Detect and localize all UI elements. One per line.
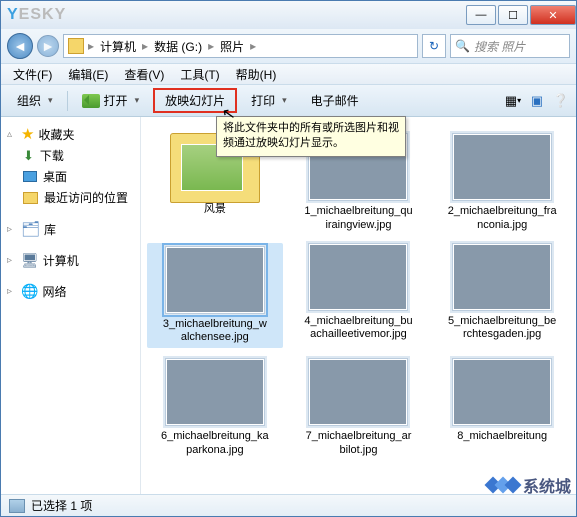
image-thumbnail (165, 246, 265, 314)
image-item[interactable]: 7_michaelbreitung_arbilot.jpg (291, 358, 427, 458)
download-icon: ⬇ (23, 148, 34, 164)
image-thumbnail (452, 358, 552, 426)
nav-back-button[interactable]: ◄ (7, 33, 33, 59)
open-icon (82, 94, 100, 108)
minimize-button[interactable]: — (466, 5, 496, 25)
computer-icon: 🖥 (21, 252, 39, 269)
image-item[interactable]: 3_michaelbreitung_walchensee.jpg (147, 243, 283, 349)
titlebar: YESKY — ☐ ✕ (1, 1, 576, 29)
star-icon: ★ (21, 125, 34, 143)
address-bar[interactable]: ▸ 计算机 ▸ 数据 (G:) ▸ 照片 ▸ (63, 34, 418, 58)
folder-icon (68, 38, 84, 54)
sidebar-item-downloads[interactable]: ⬇下载 (1, 145, 140, 166)
image-thumbnail (452, 243, 552, 311)
sidebar-network[interactable]: ▹🌐网络 (1, 281, 140, 302)
menu-tools[interactable]: 工具(T) (172, 64, 227, 85)
menu-help[interactable]: 帮助(H) (228, 64, 285, 85)
image-thumbnail (165, 358, 265, 426)
recent-icon (23, 192, 38, 204)
search-placeholder: 搜索 照片 (474, 38, 525, 55)
open-button[interactable]: 打开 (72, 89, 150, 112)
separator (67, 91, 68, 111)
image-item[interactable]: 4_michaelbreitung_buachailleetivemor.jpg (291, 243, 427, 349)
maximize-button[interactable]: ☐ (498, 5, 528, 25)
view-mode-button[interactable]: ▦▾ (504, 92, 522, 110)
desktop-icon (23, 171, 37, 182)
image-item[interactable]: 6_michaelbreitung_kaparkona.jpg (147, 358, 283, 458)
explorer-window: YESKY — ☐ ✕ ◄ ► ▸ 计算机 ▸ 数据 (G:) ▸ 照片 ▸ ↻… (0, 0, 577, 517)
image-item[interactable]: 8_michaelbreitung (434, 358, 570, 458)
file-label: 8_michaelbreitung (457, 430, 547, 444)
image-thumbnail (308, 243, 408, 311)
nav-forward-button[interactable]: ► (37, 35, 59, 57)
menu-view[interactable]: 查看(V) (116, 64, 172, 85)
refresh-button[interactable]: ↻ (422, 34, 446, 58)
file-label: 4_michaelbreitung_buachailleetivemor.jpg (303, 315, 413, 343)
image-item[interactable]: 5_michaelbreitung_berchtesgaden.jpg (434, 243, 570, 349)
file-label: 2_michaelbreitung_franconia.jpg (447, 205, 557, 233)
sidebar-item-desktop[interactable]: 桌面 (1, 166, 140, 187)
print-button[interactable]: 打印 (241, 89, 297, 112)
organize-button[interactable]: 组织 (7, 89, 63, 112)
main-area: ▵★收藏夹 ⬇下载 桌面 最近访问的位置 ▹🗂库 ▹🖥计算机 ▹🌐网络 风景 1_… (1, 117, 576, 494)
menubar: 文件(F) 编辑(E) 查看(V) 工具(T) 帮助(H) (1, 63, 576, 85)
status-text: 已选择 1 项 (31, 497, 92, 514)
image-thumbnail (452, 133, 552, 201)
sidebar-libraries[interactable]: ▹🗂库 (1, 218, 140, 240)
statusbar: 已选择 1 项 (1, 494, 576, 516)
sidebar-item-recent[interactable]: 最近访问的位置 (1, 187, 140, 208)
network-icon: 🌐 (21, 283, 38, 300)
sidebar-favorites[interactable]: ▵★收藏夹 (1, 123, 140, 145)
breadcrumb-folder[interactable]: 照片 (218, 37, 246, 56)
image-thumbnail (308, 358, 408, 426)
close-button[interactable]: ✕ (530, 5, 576, 25)
search-icon: 🔍 (455, 39, 470, 53)
breadcrumb-computer[interactable]: 计算机 (98, 37, 138, 56)
address-row: ◄ ► ▸ 计算机 ▸ 数据 (G:) ▸ 照片 ▸ ↻ 🔍 搜索 照片 (1, 29, 576, 63)
file-label: 1_michaelbreitung_quiraingview.jpg (303, 205, 413, 233)
preview-pane-button[interactable]: ▣ (528, 92, 546, 110)
logo: YESKY (7, 6, 66, 24)
library-icon: 🗂 (21, 220, 40, 238)
menu-file[interactable]: 文件(F) (5, 64, 60, 85)
sidebar-computer[interactable]: ▹🖥计算机 (1, 250, 140, 271)
file-label: 风景 (204, 203, 226, 217)
slideshow-tooltip: 将此文件夹中的所有或所选图片和视频通过放映幻灯片显示。 (216, 116, 406, 157)
toolbar: 组织 打开 放映幻灯片 打印 电子邮件 ▦▾ ▣ ❔ (1, 85, 576, 117)
file-label: 7_michaelbreitung_arbilot.jpg (303, 430, 413, 458)
sidebar: ▵★收藏夹 ⬇下载 桌面 最近访问的位置 ▹🗂库 ▹🖥计算机 ▹🌐网络 (1, 117, 141, 494)
help-button[interactable]: ❔ (552, 92, 570, 110)
email-button[interactable]: 电子邮件 (301, 89, 369, 112)
file-label: 6_michaelbreitung_kaparkona.jpg (160, 430, 270, 458)
breadcrumb-drive[interactable]: 数据 (G:) (152, 37, 204, 56)
file-label: 3_michaelbreitung_walchensee.jpg (160, 318, 270, 346)
file-label: 5_michaelbreitung_berchtesgaden.jpg (447, 315, 557, 343)
search-box[interactable]: 🔍 搜索 照片 (450, 34, 570, 58)
status-icon (9, 499, 25, 513)
menu-edit[interactable]: 编辑(E) (60, 64, 116, 85)
file-content[interactable]: 风景 1_michaelbreitung_quiraingview.jpg 2_mi… (141, 117, 576, 494)
image-item[interactable]: 2_michaelbreitung_franconia.jpg (434, 133, 570, 233)
